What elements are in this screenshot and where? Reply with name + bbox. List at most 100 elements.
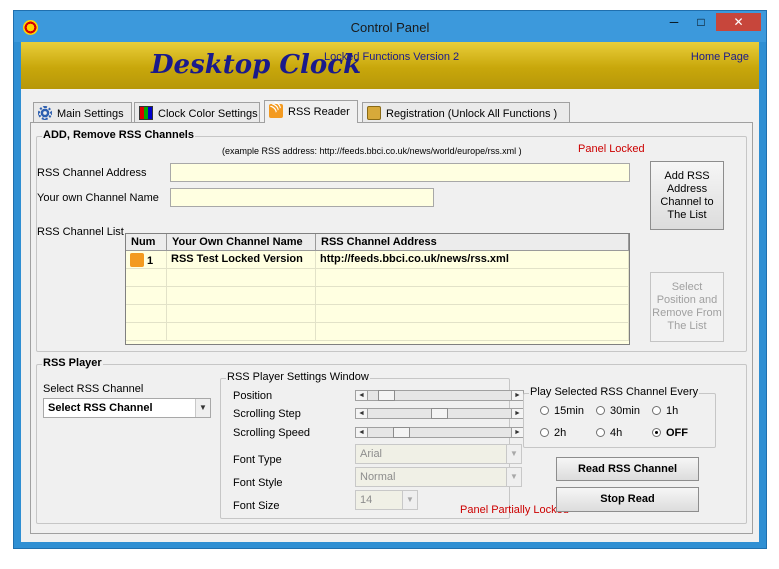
channel-name-input[interactable] — [170, 188, 434, 207]
font-type-select[interactable]: Arial ▼ — [355, 444, 522, 464]
font-style-value: Normal — [360, 471, 396, 483]
scroll-right-icon[interactable]: ► — [511, 428, 523, 437]
table-cell-num[interactable]: 1 — [126, 251, 167, 269]
tab-rss-reader[interactable]: RSS Reader — [264, 100, 358, 123]
position-slider[interactable]: ◄ ► — [355, 390, 524, 401]
scroll-right-icon[interactable]: ► — [511, 409, 523, 418]
position-slider-thumb[interactable] — [378, 390, 396, 401]
channel-address-label: RSS Channel Address — [37, 167, 147, 179]
channel-name-label: Your own Channel Name — [37, 192, 159, 204]
select-channel-label: Select RSS Channel — [43, 383, 144, 395]
empty-cell — [126, 305, 167, 323]
row-num: 1 — [147, 255, 154, 267]
font-style-select[interactable]: Normal ▼ — [355, 467, 522, 487]
radio-2h[interactable]: 2h — [540, 427, 566, 439]
rss-player-title: RSS Player — [42, 357, 103, 369]
channel-list-label: RSS Channel List — [37, 226, 124, 238]
tab-main-settings[interactable]: Main Settings — [33, 102, 132, 122]
radio-circle-icon — [540, 406, 549, 415]
scroll-left-icon[interactable]: ◄ — [356, 409, 368, 418]
channel-list-grid[interactable]: Num Your Own Channel Name RSS Channel Ad… — [125, 233, 630, 345]
rss-icon — [130, 253, 144, 267]
font-type-label: Font Type — [233, 454, 282, 466]
chevron-down-icon: ▼ — [195, 399, 210, 417]
column-header-num[interactable]: Num — [126, 234, 167, 251]
radio-4h[interactable]: 4h — [596, 427, 622, 439]
add-channel-button[interactable]: Add RSS Address Channel to The List — [650, 161, 724, 230]
empty-cell — [316, 305, 629, 323]
rss-icon — [269, 104, 283, 118]
radio-off[interactable]: OFF — [652, 427, 688, 439]
window-title: Control Panel — [350, 20, 430, 35]
radio-circle-icon — [652, 406, 661, 415]
rss-reader-panel: ADD, Remove RSS Channels (example RSS ad… — [30, 122, 753, 534]
scrolling-step-label: Scrolling Step — [233, 408, 301, 420]
font-style-label: Font Style — [233, 477, 283, 489]
tab-label: Registration (Unlock All Functions ) — [386, 108, 558, 120]
maximize-button[interactable]: □ — [688, 13, 714, 31]
stop-read-button[interactable]: Stop Read — [556, 487, 699, 512]
scrolling-step-slider-thumb[interactable] — [431, 408, 448, 419]
table-cell-name[interactable]: RSS Test Locked Version — [167, 251, 316, 269]
tab-label: Main Settings — [57, 108, 124, 120]
select-channel-dropdown[interactable]: Select RSS Channel ▼ — [43, 398, 211, 418]
chevron-down-icon: ▼ — [506, 468, 521, 486]
scrolling-speed-label: Scrolling Speed — [233, 427, 311, 439]
channel-address-input[interactable] — [170, 163, 630, 182]
empty-cell — [167, 305, 316, 323]
panel-partially-locked-label: Panel Partially Locked — [460, 504, 569, 516]
position-label: Position — [233, 390, 273, 402]
title-bar[interactable]: Control Panel ─ □ ✕ — [14, 11, 766, 42]
empty-cell — [126, 323, 167, 341]
radio-30min[interactable]: 30min — [596, 405, 640, 417]
rss-channels-group: ADD, Remove RSS Channels (example RSS ad… — [36, 129, 747, 352]
scrolling-speed-slider[interactable]: ◄ ► — [355, 427, 524, 438]
radio-circle-icon — [596, 406, 605, 415]
scroll-right-icon[interactable]: ► — [511, 391, 523, 400]
read-rss-channel-button[interactable]: Read RSS Channel — [556, 457, 699, 481]
close-button[interactable]: ✕ — [716, 13, 761, 31]
panel-locked-label: Panel Locked — [578, 143, 645, 155]
radio-label: 1h — [666, 405, 679, 417]
gear-icon — [38, 106, 52, 120]
radio-circle-icon — [540, 428, 549, 437]
radio-1h[interactable]: 1h — [652, 405, 678, 417]
empty-cell — [167, 287, 316, 305]
tab-label: RSS Reader — [288, 106, 350, 118]
column-header-name[interactable]: Your Own Channel Name — [167, 234, 316, 251]
font-size-select[interactable]: 14 ▼ — [355, 490, 418, 510]
rss-player-group: RSS Player Select RSS Channel Select RSS… — [36, 357, 747, 524]
radio-label: 4h — [610, 427, 623, 439]
scroll-left-icon[interactable]: ◄ — [356, 428, 368, 437]
client-area: Desktop Clock Locked Functions Version 2… — [21, 42, 759, 542]
font-size-label: Font Size — [233, 500, 280, 512]
empty-cell — [316, 287, 629, 305]
radio-label: OFF — [666, 427, 688, 439]
remove-channel-button[interactable]: Select Position and Remove From The List — [650, 272, 724, 342]
example-text: (example RSS address: http://feeds.bbci.… — [222, 146, 522, 156]
scrolling-speed-slider-thumb[interactable] — [393, 427, 411, 438]
rss-channels-title: ADD, Remove RSS Channels — [42, 129, 195, 141]
empty-cell — [167, 269, 316, 287]
font-type-value: Arial — [360, 448, 383, 460]
minimize-button[interactable]: ─ — [661, 13, 687, 31]
banner: Desktop Clock Locked Functions Version 2… — [21, 42, 759, 89]
radio-label: 15min — [554, 405, 584, 417]
home-page-link[interactable]: Home Page — [691, 51, 749, 63]
tab-registration[interactable]: Registration (Unlock All Functions ) — [362, 102, 570, 122]
registration-icon — [367, 106, 381, 120]
play-every-title: Play Selected RSS Channel Every — [529, 386, 700, 398]
scrolling-step-slider[interactable]: ◄ ► — [355, 408, 524, 419]
table-cell-address[interactable]: http://feeds.bbci.co.uk/news/rss.xml — [316, 251, 629, 269]
play-every-group: Play Selected RSS Channel Every 15min 30… — [523, 386, 716, 448]
tab-clock-color-settings[interactable]: Clock Color Settings — [134, 102, 260, 122]
select-channel-value: Select RSS Channel — [48, 402, 153, 414]
radio-circle-icon — [596, 428, 605, 437]
radio-15min[interactable]: 15min — [540, 405, 584, 417]
scroll-left-icon[interactable]: ◄ — [356, 391, 368, 400]
column-header-address[interactable]: RSS Channel Address — [316, 234, 629, 251]
player-settings-title: RSS Player Settings Window — [226, 371, 370, 383]
chevron-down-icon: ▼ — [506, 445, 521, 463]
control-panel-window: Control Panel ─ □ ✕ Desktop Clock Locked… — [13, 10, 767, 549]
empty-cell — [316, 323, 629, 341]
